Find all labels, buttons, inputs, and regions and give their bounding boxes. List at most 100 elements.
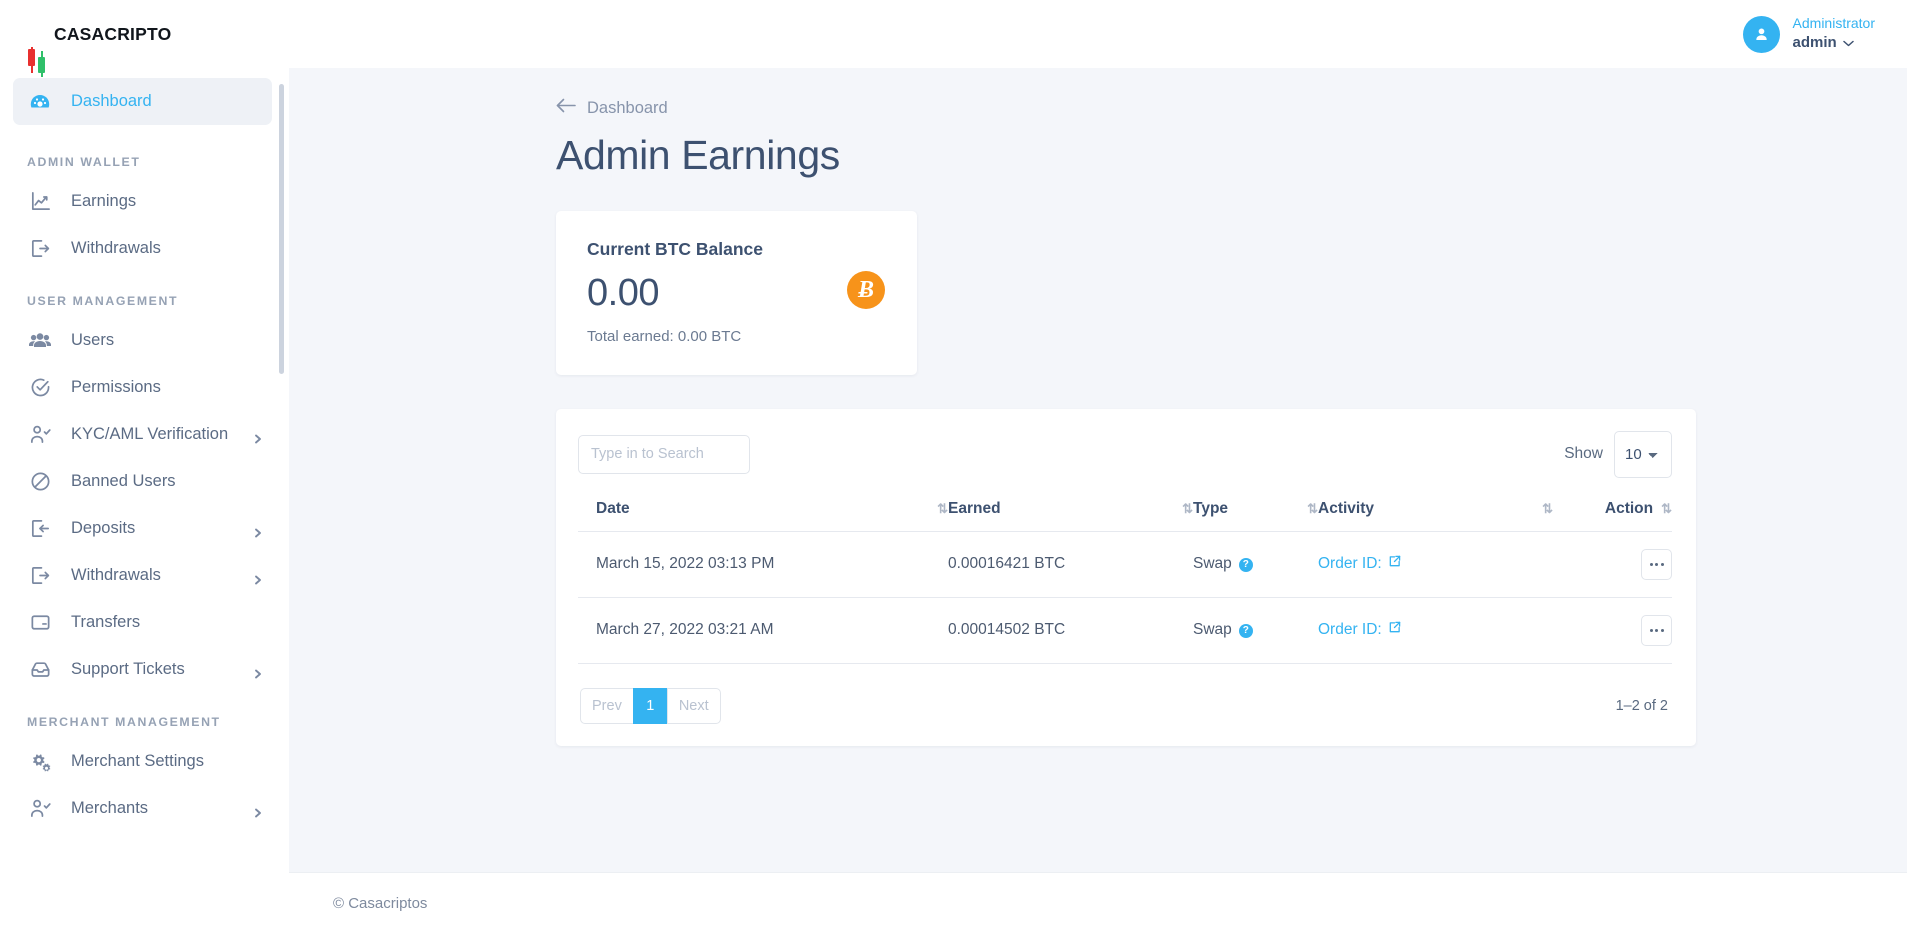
brand-logo-area[interactable]: CASACRIPTO [0,0,289,77]
pagination-page-1[interactable]: 1 [632,687,667,724]
sidebar-item-earnings[interactable]: Earnings [13,178,272,225]
page-title: Admin Earnings [556,132,840,178]
sidebar-item-merchants[interactable]: Merchants [13,785,272,832]
balance-card-subtitle: Total earned: 0.00 BTC [587,327,742,345]
ellipsis-icon[interactable] [1641,548,1672,580]
sidebar: CASACRIPTO Dashboard ADMIN WALLET Earnin… [0,0,289,934]
sidebar-item-support-tickets[interactable]: Support Tickets [13,646,272,693]
table-toolbar: Show 102550100 [578,430,1672,478]
sidebar-item-kyc-aml-verification[interactable]: KYC/AML Verification [13,411,272,458]
order-id-label: Order ID: [1318,621,1382,639]
column-header-activity[interactable]: Activity ⇅ [1318,499,1553,532]
show-entries-control: Show 102550100 [1564,430,1672,478]
table-head: Date ⇅ Earned ⇅ Type ⇅ Activity ⇅ Action… [578,499,1672,532]
sidebar-item-permissions[interactable]: Permissions [13,364,272,411]
arrow-out-box-icon [27,563,53,589]
pagination: Prev 1 Next [580,687,721,724]
order-id-link[interactable]: Order ID: [1318,621,1401,639]
sidebar-item-label: Earnings [71,192,137,210]
cell-action [1553,531,1672,598]
pagination-prev-button[interactable]: Prev [580,687,633,724]
wallet-icon [27,610,53,636]
sort-updown-icon: ⇅ [1542,501,1553,517]
cell-earned: 0.00016421 BTC [948,531,1193,598]
sidebar-item-label: Permissions [71,378,161,396]
table-row: March 27, 2022 03:21 AM 0.00014502 BTC S… [578,597,1672,664]
sidebar-item-label: Transfers [71,613,141,631]
type-label: Swap [1193,555,1232,573]
sidebar-item-transfers[interactable]: Transfers [13,599,272,646]
pagination-next-button[interactable]: Next [666,687,721,724]
sidebar-item-label: Deposits [71,519,136,537]
brand-name: CASACRIPTO [54,23,172,44]
sort-updown-icon: ⇅ [1661,501,1672,517]
sidebar-item-banned-users[interactable]: Banned Users [13,458,272,505]
sidebar-section-title: USER MANAGEMENT [27,294,179,308]
search-input[interactable] [578,434,750,474]
order-id-link[interactable]: Order ID: [1318,555,1401,573]
question-circle-icon[interactable]: ? [1238,557,1253,572]
chevron-down-icon [1842,33,1854,52]
sidebar-scrollbar[interactable] [279,84,284,374]
sidebar-nav: Dashboard ADMIN WALLET Earnings Withdraw… [0,68,289,934]
sidebar-item-withdrawals[interactable]: Withdrawals [13,552,272,599]
column-header-date[interactable]: Date ⇅ [578,499,948,532]
chevron-right-icon [253,665,263,678]
pagination-row: Prev 1 Next 1–2 of 2 [578,687,1672,724]
arrow-out-box-icon [27,236,53,262]
ellipsis-icon[interactable] [1641,614,1672,646]
sidebar-item-deposits[interactable]: Deposits [13,505,272,552]
check-circle-icon [27,375,53,401]
users-icon [27,328,53,354]
column-header-earned[interactable]: Earned ⇅ [948,499,1193,532]
cell-type: Swap? [1193,597,1318,664]
column-label: Earned [948,499,1001,517]
page-content: Dashboard Admin Earnings Current BTC Bal… [289,68,1907,872]
sidebar-item-label: Merchants [71,799,149,817]
sidebar-item-label: Merchant Settings [71,752,204,770]
type-label: Swap [1193,621,1232,639]
show-entries-select[interactable]: 102550100 [1614,430,1672,478]
arrow-in-box-icon [27,516,53,542]
sidebar-item-merchant-settings[interactable]: Merchant Settings [13,738,272,785]
cell-date: March 15, 2022 03:13 PM [578,531,948,598]
column-header-type[interactable]: Type ⇅ [1193,499,1318,532]
column-header-action[interactable]: Action ⇅ [1553,499,1672,532]
cell-type: Swap? [1193,531,1318,598]
sidebar-item-label: Banned Users [71,472,176,490]
balance-card-title: Current BTC Balance [587,239,764,259]
table-row: March 15, 2022 03:13 PM 0.00016421 BTC S… [578,531,1672,598]
show-label: Show [1564,445,1603,463]
external-link-icon [1388,555,1401,573]
sidebar-item-dashboard[interactable]: Dashboard [13,78,272,125]
cell-activity: Order ID: [1318,597,1553,664]
column-label: Date [596,499,630,517]
sidebar-item-label: Withdrawals [71,239,161,257]
footer-copyright: © Casacriptos [333,895,428,912]
column-label: Activity [1318,499,1374,517]
cell-activity: Order ID: [1318,531,1553,598]
earnings-table: Date ⇅ Earned ⇅ Type ⇅ Activity ⇅ Action… [578,499,1672,664]
user-menu-button[interactable]: Administrator admin [1742,15,1875,53]
user-check-icon [27,422,53,448]
breadcrumb[interactable]: Dashboard [556,98,668,118]
column-label: Type [1193,499,1229,517]
casacripto-candlestick-icon [28,21,45,77]
chart-line-icon [27,189,53,215]
app-root: CASACRIPTO Dashboard ADMIN WALLET Earnin… [0,0,1907,934]
question-circle-icon[interactable]: ? [1238,623,1253,638]
chevron-right-icon [253,524,263,537]
earnings-table-card: Show 102550100 Date [556,408,1696,746]
footer: © Casacriptos [289,872,1907,934]
user-check-icon [27,796,53,822]
cell-action [1553,597,1672,664]
sidebar-item-users[interactable]: Users [13,317,272,364]
user-name: admin [1792,34,1837,52]
chevron-right-icon [253,571,263,584]
chevron-right-icon [253,804,263,817]
sidebar-section-title: ADMIN WALLET [27,155,141,169]
sidebar-item-withdrawals-wallet[interactable]: Withdrawals [13,225,272,272]
topbar: Administrator admin [289,0,1907,68]
arrow-left-icon [556,98,576,118]
sidebar-section-title: MERCHANT MANAGEMENT [27,715,221,729]
